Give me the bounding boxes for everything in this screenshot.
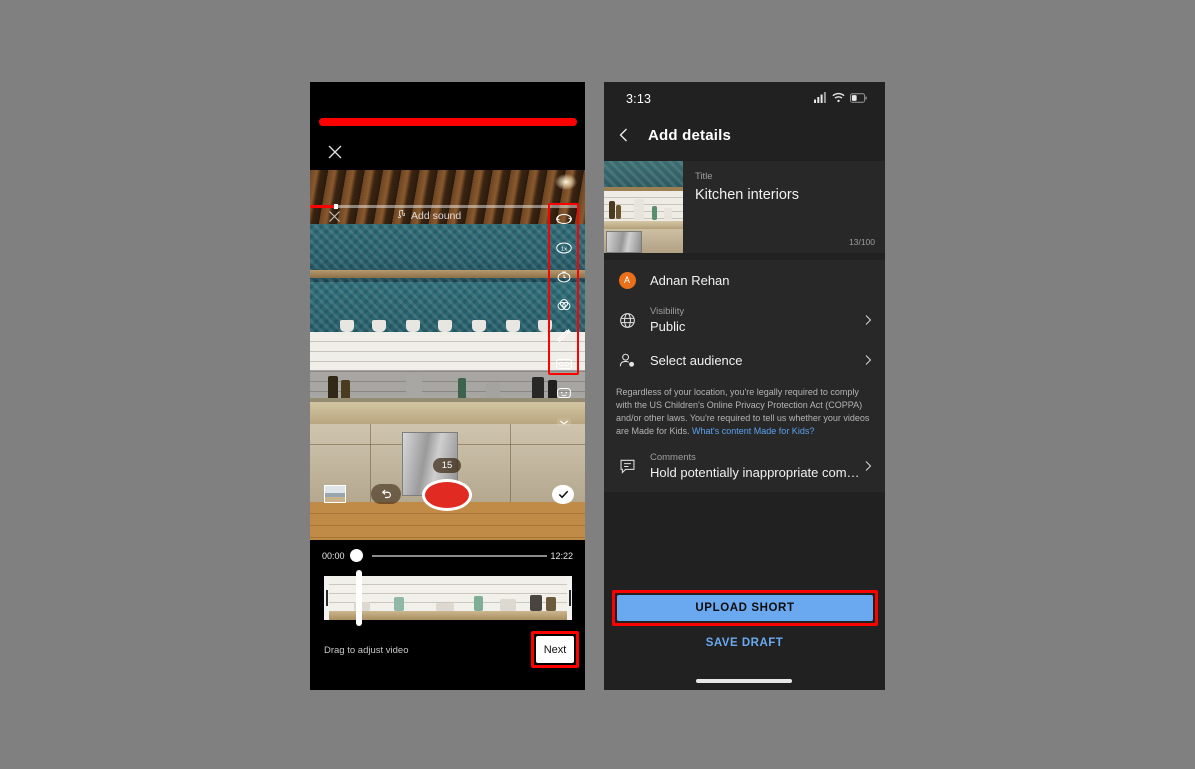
gallery-thumbnail-button[interactable] [324,485,346,503]
comments-value: Hold potentially inappropriate com… [650,465,860,481]
speed-icon[interactable]: 1x [553,237,575,259]
comments-label: Comments [650,452,696,464]
sound-overlay-row [310,370,585,402]
svg-text:1x: 1x [561,246,567,252]
audience-row[interactable]: Select audience [604,340,885,380]
record-progress-bar[interactable] [310,204,578,209]
mugs-row [310,310,585,332]
comments-row[interactable]: Comments Hold potentially inappropriate … [604,446,885,486]
timeline-track[interactable] [372,555,547,557]
close-x-icon[interactable] [327,144,343,160]
details-section: A Adnan Rehan Visibility Public Select a… [604,260,885,493]
trim-handle-left[interactable] [324,576,329,620]
account-row[interactable]: A Adnan Rehan [604,260,885,300]
record-button[interactable] [422,479,472,511]
made-for-kids-link[interactable]: What's content Made for Kids? [692,426,814,436]
wifi-icon [832,90,845,108]
title-label: Title [695,171,713,182]
title-char-count: 13/100 [849,237,875,247]
home-indicator-right [696,679,792,683]
timeline-start-time: 00:00 [322,551,345,561]
title-field[interactable]: Title Kitchen interiors 13/100 [683,161,885,253]
page-title: Add details [648,126,732,144]
effects-icon[interactable] [553,382,575,404]
timer-icon[interactable] [553,266,575,288]
green-screen-icon[interactable] [553,353,575,375]
status-icons [814,90,867,108]
progress-fill [310,205,334,208]
timeline-end-time: 12:22 [550,551,573,561]
visibility-value: Public [650,319,686,335]
add-sound-button[interactable]: Add sound [395,209,461,222]
audience-label: Select audience [650,352,743,368]
trim-handle-right[interactable] [567,576,572,620]
red-highlight-bar [319,118,577,126]
video-thumbnail [604,161,683,253]
screenshot-stage: Add sound 1x 15 00:00 12:22 Drag to adju… [0,0,1195,769]
duration-badge: 15 [433,458,461,473]
chevron-right-icon-comments[interactable] [861,460,875,472]
title-value[interactable]: Kitchen interiors [695,187,873,203]
comment-bubble-icon [616,457,638,476]
avatar-initial: A [618,271,636,289]
coppa-legal-text: Regardless of your location, you're lega… [604,380,885,446]
chevron-down-icon[interactable] [553,411,575,433]
status-clock: 3:13 [626,92,652,106]
title-card[interactable]: Title Kitchen interiors 13/100 [604,161,885,253]
close-x-icon-secondary[interactable] [328,210,341,223]
comments-text: Comments Hold potentially inappropriate … [638,452,861,480]
status-bar: 3:13 [604,82,885,116]
globe-icon [616,311,638,330]
camera-tools-column[interactable]: 1x [553,208,575,433]
app-bar: Add details [604,116,885,154]
add-sound-label: Add sound [411,209,462,222]
visibility-text: Visibility Public [638,306,861,334]
chevron-right-icon[interactable] [861,314,875,326]
account-name: Adnan Rehan [650,272,730,288]
chevron-right-icon-audience[interactable] [861,354,875,366]
save-draft-button[interactable]: SAVE DRAFT [604,637,885,649]
drag-hint-label: Drag to adjust video [324,645,409,656]
upload-short-button[interactable]: UPLOAD SHORT [617,595,873,621]
undo-button[interactable] [371,484,401,504]
account-name-wrap: Adnan Rehan [638,273,875,288]
audience-text: Select audience [638,353,861,368]
next-button[interactable]: Next [536,636,574,663]
battery-icon [850,90,867,108]
visibility-row[interactable]: Visibility Public [604,300,885,340]
flip-camera-icon[interactable] [553,208,575,230]
visibility-label: Visibility [650,305,685,317]
music-note-icon [395,209,406,222]
person-add-icon [616,351,638,370]
filters-icon[interactable] [553,295,575,317]
avatar: A [616,271,638,289]
retouch-icon[interactable] [553,324,575,346]
trim-playhead[interactable] [356,570,362,626]
video-timeline-section: 00:00 12:22 Drag to adjust video [310,540,585,690]
back-chevron-icon[interactable] [616,127,632,143]
timeline-scrubber[interactable] [350,549,363,562]
confirm-check-button[interactable] [552,485,574,504]
progress-knob[interactable] [334,204,338,209]
cellular-signal-icon [814,90,827,108]
shelf [310,270,585,278]
